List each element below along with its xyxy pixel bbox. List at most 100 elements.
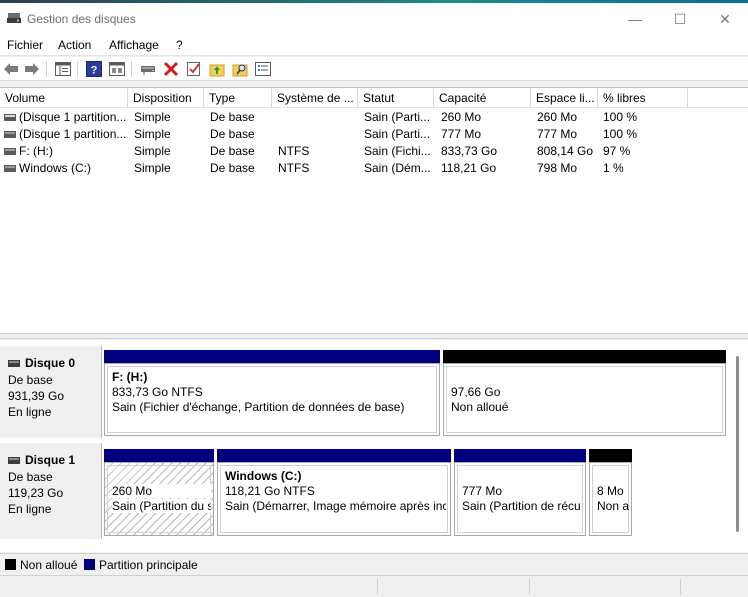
disk-0-status: En ligne <box>8 405 52 419</box>
cell-volume: F: (H:) <box>19 144 53 158</box>
column-header-percent-free[interactable]: % libres <box>598 88 688 108</box>
legend-swatch-unallocated <box>5 559 16 570</box>
toolbar-separator <box>77 61 78 77</box>
cell-volume: (Disque 1 partition... <box>19 110 127 124</box>
legend-label-primary: Partition principale <box>99 558 198 572</box>
cell-capacity: 777 Mo <box>441 127 482 141</box>
title-bar[interactable]: Gestion des disques — ☐ ✕ <box>0 3 748 34</box>
cell-status: Sain (Fichi... <box>364 144 431 158</box>
partition-strip-primary <box>104 350 440 363</box>
help-button[interactable]: ? <box>85 60 103 78</box>
status-divider <box>529 579 530 595</box>
pane-splitter[interactable] <box>0 333 748 339</box>
column-header-filesystem[interactable]: Système de ... <box>272 88 358 108</box>
toolbar-separator <box>46 61 47 77</box>
delete-icon <box>163 61 179 77</box>
partition-recovery-777mb[interactable]: 777 Mo Sain (Partition de récuț <box>454 462 586 536</box>
cell-volume: Windows (C:) <box>19 161 92 175</box>
cell-status: Sain (Parti... <box>364 127 431 141</box>
maximize-button[interactable]: ☐ <box>657 8 703 30</box>
forward-button[interactable] <box>23 60 41 78</box>
column-header-capacity[interactable]: Capacité <box>434 88 531 108</box>
disk-1-label[interactable]: Disque 1 De base 119,23 Go En ligne <box>0 443 102 539</box>
column-header-type[interactable]: Type <box>204 88 272 108</box>
cell-status: Sain (Parti... <box>364 110 431 124</box>
partition-strip-primary <box>454 449 586 462</box>
volume-list-header: Volume Disposition Type Système de ... S… <box>0 88 748 108</box>
table-row[interactable]: (Disque 1 partition... Simple De base Sa… <box>0 126 748 143</box>
properties-button[interactable] <box>185 60 203 78</box>
volume-list[interactable]: Volume Disposition Type Système de ... S… <box>0 87 748 333</box>
cell-filesystem: NTFS <box>278 161 310 175</box>
table-row[interactable]: Windows (C:) Simple De base NTFS Sain (D… <box>0 160 748 177</box>
menu-action[interactable]: Action <box>58 38 91 52</box>
cell-disposition: Simple <box>134 127 171 141</box>
partition-size: 833,73 Go NTFS <box>112 385 203 399</box>
toolbar-separator <box>131 61 132 77</box>
connect-drive-button[interactable] <box>139 60 157 78</box>
up-folder-button[interactable] <box>208 60 226 78</box>
partition-8mb[interactable]: 8 Mo Non a <box>589 462 632 536</box>
partition-status: Non a <box>597 499 629 513</box>
close-button[interactable]: ✕ <box>702 8 748 30</box>
cell-volume: (Disque 1 partition... <box>19 127 127 141</box>
minimize-button[interactable]: — <box>612 8 658 30</box>
column-header-free-space[interactable]: Espace li... <box>531 88 598 108</box>
disk-graphical-view[interactable]: Disque 0 De base 931,39 Go En ligne F: (… <box>0 340 748 552</box>
partition-drive-icon <box>4 131 16 138</box>
close-icon: ✕ <box>719 10 731 27</box>
cell-type: De base <box>210 161 255 175</box>
drive-icon <box>4 148 16 155</box>
status-divider <box>680 579 681 595</box>
partition-status: Sain (Partition de récuț <box>462 499 581 513</box>
delete-button[interactable] <box>162 60 180 78</box>
window-title: Gestion des disques <box>27 12 136 26</box>
cell-free-space: 777 Mo <box>537 127 578 141</box>
help-icon: ? <box>86 61 102 77</box>
up-folder-icon <box>209 64 225 77</box>
search-folder-icon <box>232 64 248 77</box>
column-header-volume[interactable]: Volume <box>0 88 128 108</box>
list-view-button[interactable] <box>254 60 272 78</box>
partition-status: Non alloué <box>451 400 509 414</box>
legend-swatch-primary <box>84 559 95 570</box>
table-row[interactable]: (Disque 1 partition... Simple De base Sa… <box>0 109 748 126</box>
partition-strip-primary <box>104 449 214 462</box>
partition-drive-icon <box>4 114 16 121</box>
back-button[interactable] <box>2 60 20 78</box>
disk-1-name: Disque 1 <box>25 453 76 467</box>
cell-disposition: Simple <box>134 161 171 175</box>
cell-free-space: 808,14 Go <box>537 144 594 158</box>
partition-system-260mb[interactable]: 260 Mo Sain (Partition du s <box>104 462 214 536</box>
details-pane-button[interactable] <box>108 60 126 78</box>
drive-icon <box>4 165 16 172</box>
vertical-scrollbar[interactable] <box>736 356 739 532</box>
menu-help[interactable]: ? <box>176 38 183 52</box>
disk-0-size: 931,39 Go <box>8 389 65 403</box>
cell-percent-free: 1 % <box>603 161 624 175</box>
cell-type: De base <box>210 144 255 158</box>
disk-1-type: De base <box>8 470 53 484</box>
disk-1-status: En ligne <box>8 502 52 516</box>
partition-f-h[interactable]: F: (H:) 833,73 Go NTFS Sain (Fichier d'é… <box>104 363 440 436</box>
partition-windows-c[interactable]: Windows (C:) 118,21 Go NTFS Sain (Démarr… <box>217 462 451 536</box>
details-pane-icon <box>109 62 125 76</box>
console-tree-button[interactable] <box>54 60 72 78</box>
menu-affichage[interactable]: Affichage <box>109 38 159 52</box>
partition-size: 97,66 Go <box>451 385 501 399</box>
list-view-icon <box>255 62 271 76</box>
cell-filesystem <box>278 109 356 126</box>
forward-icon <box>25 63 39 75</box>
disk-0-type: De base <box>8 373 53 387</box>
menu-fichier[interactable]: Fichier <box>7 38 43 52</box>
disk-0-label[interactable]: Disque 0 De base 931,39 Go En ligne <box>0 346 102 438</box>
search-folder-button[interactable] <box>231 60 249 78</box>
partition-unallocated[interactable]: 97,66 Go Non alloué <box>443 363 726 436</box>
column-header-disposition[interactable]: Disposition <box>128 88 204 108</box>
partition-strip-unallocated <box>589 449 632 462</box>
disk-1-title: Disque 1 <box>8 453 75 467</box>
disk-icon <box>8 359 20 367</box>
table-row[interactable]: F: (H:) Simple De base NTFS Sain (Fichi.… <box>0 143 748 160</box>
column-header-status[interactable]: Statut <box>358 88 434 108</box>
disk-icon <box>8 456 20 464</box>
